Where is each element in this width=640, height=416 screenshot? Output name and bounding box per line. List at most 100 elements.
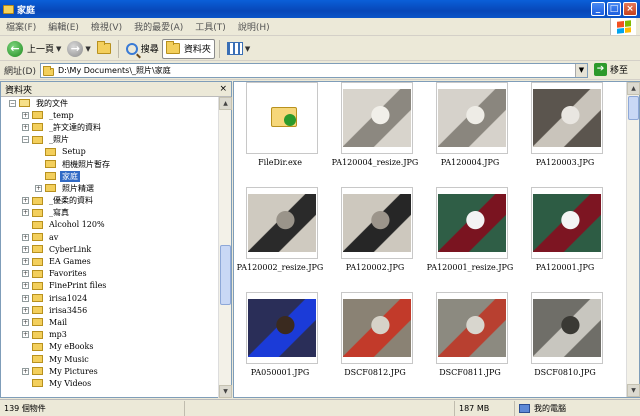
expand-icon[interactable]: +: [22, 367, 29, 375]
file-thumbnail: [246, 82, 318, 154]
tree-item[interactable]: + Favorites: [1, 268, 219, 280]
file-item[interactable]: PA120004_resize.JPG: [332, 82, 418, 175]
tree-item[interactable]: + Mail: [1, 316, 219, 328]
tree-item[interactable]: + EA Games: [1, 255, 219, 267]
menu-file[interactable]: 檔案(F): [0, 20, 42, 33]
chevron-down-icon[interactable]: ▼: [245, 45, 250, 53]
file-item[interactable]: DSCF0810.JPG: [523, 292, 603, 385]
expand-icon[interactable]: +: [22, 197, 29, 205]
tree-item[interactable]: + irisa3456: [1, 304, 219, 316]
chevron-down-icon[interactable]: ▼: [56, 45, 61, 53]
expand-icon[interactable]: +: [22, 111, 29, 119]
go-button[interactable]: ➔ 移至: [594, 63, 628, 76]
address-input[interactable]: D:\My Documents\_照片\家庭 ▼: [40, 63, 588, 78]
menu-favorites[interactable]: 我的最愛(A): [128, 20, 189, 33]
tree-item-label: Favorites: [49, 269, 87, 279]
menu-tools[interactable]: 工具(T): [189, 20, 232, 33]
menu-view[interactable]: 檢視(V): [85, 20, 128, 33]
tree-item[interactable]: + mp3: [1, 329, 219, 341]
file-item[interactable]: PA120001_resize.JPG: [427, 187, 513, 280]
file-item[interactable]: PA120001.JPG: [523, 187, 603, 280]
tree-item[interactable]: 相機照片暫存: [1, 158, 219, 170]
tree-item-label: _優柔的資料: [49, 196, 93, 206]
expand-icon[interactable]: +: [22, 258, 29, 266]
tree-item[interactable]: Setup: [1, 146, 219, 158]
file-item[interactable]: DSCF0811.JPG: [428, 292, 508, 385]
scroll-up-arrow-icon[interactable]: ▲: [627, 82, 640, 95]
tree-item[interactable]: Alcohol 120%: [1, 219, 219, 231]
tree-item[interactable]: + _temp: [1, 109, 219, 121]
collapse-icon[interactable]: −: [22, 136, 29, 144]
minimize-button[interactable]: _: [591, 2, 605, 16]
search-button[interactable]: 搜尋: [123, 39, 162, 59]
tree-item[interactable]: + 照片精選: [1, 182, 219, 194]
file-item[interactable]: PA120002_resize.JPG: [237, 187, 323, 280]
file-item[interactable]: PA050001.JPG: [238, 292, 318, 385]
tree-item[interactable]: + FinePrint files: [1, 280, 219, 292]
tree-item[interactable]: My Videos: [1, 377, 219, 389]
menu-help[interactable]: 說明(H): [232, 20, 276, 33]
folder-icon: [19, 99, 30, 108]
menu-edit[interactable]: 編輯(E): [42, 20, 85, 33]
expand-icon[interactable]: +: [22, 318, 29, 326]
file-item[interactable]: PA120004.JPG: [428, 82, 508, 175]
tree-item[interactable]: 家庭: [1, 170, 219, 182]
folders-button[interactable]: 資料夾: [161, 38, 215, 59]
file-name: PA120002.JPG: [345, 263, 405, 272]
tree-item[interactable]: + _優柔的資料: [1, 195, 219, 207]
expand-icon[interactable]: +: [22, 331, 29, 339]
window-title: 家庭: [17, 5, 36, 16]
file-item[interactable]: FileDir.exe: [238, 82, 318, 175]
address-dropdown-button[interactable]: ▼: [575, 64, 587, 77]
folder-icon: [32, 257, 43, 266]
status-location: 我的電腦: [515, 401, 570, 416]
expand-icon[interactable]: +: [35, 184, 42, 192]
tree-item-label: EA Games: [49, 257, 91, 267]
tree-item[interactable]: + My Pictures: [1, 365, 219, 377]
file-scrollbar[interactable]: ▲ ▼: [626, 82, 640, 397]
file-item[interactable]: PA120003.JPG: [523, 82, 603, 175]
file-item[interactable]: PA120002.JPG: [333, 187, 413, 280]
tree-scroll-thumb[interactable]: [220, 245, 231, 305]
scroll-down-arrow-icon[interactable]: ▼: [627, 384, 640, 397]
file-scroll-thumb[interactable]: [628, 96, 639, 120]
close-button[interactable]: ×: [623, 2, 637, 16]
maximize-button[interactable]: □: [607, 2, 621, 16]
up-folder-button[interactable]: [94, 39, 114, 59]
views-button[interactable]: ▼: [224, 39, 253, 59]
back-button[interactable]: ← 上一頁 ▼: [4, 39, 64, 59]
expand-icon[interactable]: +: [22, 209, 29, 217]
menu-bar: 檔案(F) 編輯(E) 檢視(V) 我的最愛(A) 工具(T) 說明(H): [0, 18, 640, 36]
expand-icon[interactable]: +: [22, 294, 29, 302]
tree-item[interactable]: My Music: [1, 353, 219, 365]
file-item[interactable]: DSCF0812.JPG: [333, 292, 413, 385]
address-value: D:\My Documents\_照片\家庭: [58, 66, 171, 75]
expand-icon[interactable]: +: [22, 270, 29, 278]
expand-icon[interactable]: +: [22, 306, 29, 314]
folder-icon: [32, 294, 43, 303]
expand-icon[interactable]: +: [22, 282, 29, 290]
chevron-down-icon[interactable]: ▼: [85, 45, 90, 53]
file-thumbnail: [246, 187, 318, 259]
tree-item[interactable]: + _許文達的資料: [1, 121, 219, 133]
scroll-down-arrow-icon[interactable]: ▼: [219, 385, 232, 398]
title-bar[interactable]: 家庭 _ □ ×: [0, 0, 640, 18]
expand-icon[interactable]: +: [22, 233, 29, 241]
tree-item[interactable]: + irisa1024: [1, 292, 219, 304]
close-pane-button[interactable]: ×: [219, 84, 227, 94]
tree-item[interactable]: + _寫真: [1, 207, 219, 219]
tree-scrollbar[interactable]: ▲ ▼: [218, 97, 232, 398]
expand-icon[interactable]: +: [22, 245, 29, 253]
forward-button[interactable]: → ▼: [64, 39, 93, 59]
scroll-up-arrow-icon[interactable]: ▲: [219, 97, 232, 110]
tree-item[interactable]: − _照片: [1, 134, 219, 146]
file-thumbnail: [341, 187, 413, 259]
tree-item[interactable]: My eBooks: [1, 341, 219, 353]
collapse-icon[interactable]: −: [9, 99, 16, 107]
tree-item[interactable]: + av: [1, 231, 219, 243]
expand-icon[interactable]: +: [22, 123, 29, 131]
tree-item[interactable]: − 我的文件: [1, 97, 219, 109]
photo-preview: [438, 299, 506, 357]
tree-item[interactable]: + CyberLink: [1, 243, 219, 255]
